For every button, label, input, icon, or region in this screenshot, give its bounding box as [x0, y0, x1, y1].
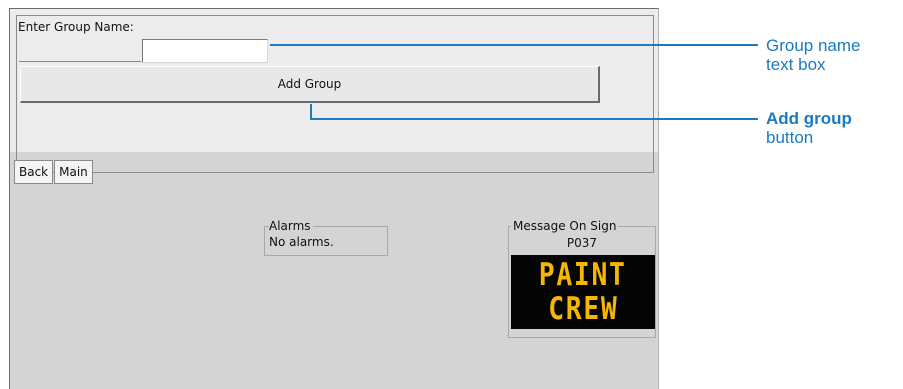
group-name-label: Enter Group Name:	[18, 20, 134, 34]
callout-textbox-line2: text box	[766, 55, 826, 74]
sign-code: P037	[566, 236, 598, 250]
alarms-title: Alarms	[269, 219, 313, 233]
callout-textbox-line1: Group name	[766, 36, 861, 55]
nav-buttons: Back Main	[14, 160, 93, 184]
sign-display: PAINT CREW	[511, 255, 655, 329]
back-button[interactable]: Back	[14, 160, 54, 184]
sign-line-2: CREW	[547, 291, 619, 327]
sign-line-1: PAINT	[539, 257, 627, 293]
callout-textbox: Group name text box	[766, 36, 861, 74]
add-group-button[interactable]: Add Group	[20, 66, 600, 103]
callout-button-line2: button	[766, 128, 814, 147]
label-underline	[19, 61, 141, 62]
callout-button: Add group button	[766, 109, 852, 147]
callout-line-textbox	[270, 44, 758, 46]
main-button[interactable]: Main	[54, 160, 93, 184]
sign-title: Message On Sign	[511, 219, 619, 233]
add-group-panel: Enter Group Name: Add Group	[10, 9, 658, 173]
group-name-input[interactable]	[142, 39, 268, 63]
app-window: Enter Group Name: Add Group Back Main Al…	[9, 8, 659, 389]
alarms-group: Alarms No alarms.	[264, 219, 388, 256]
alarms-status: No alarms.	[269, 235, 334, 249]
callout-line-button	[310, 118, 758, 120]
message-on-sign-group: Message On Sign P037 PAINT CREW	[508, 219, 656, 338]
callout-button-line1: Add group	[766, 109, 852, 128]
